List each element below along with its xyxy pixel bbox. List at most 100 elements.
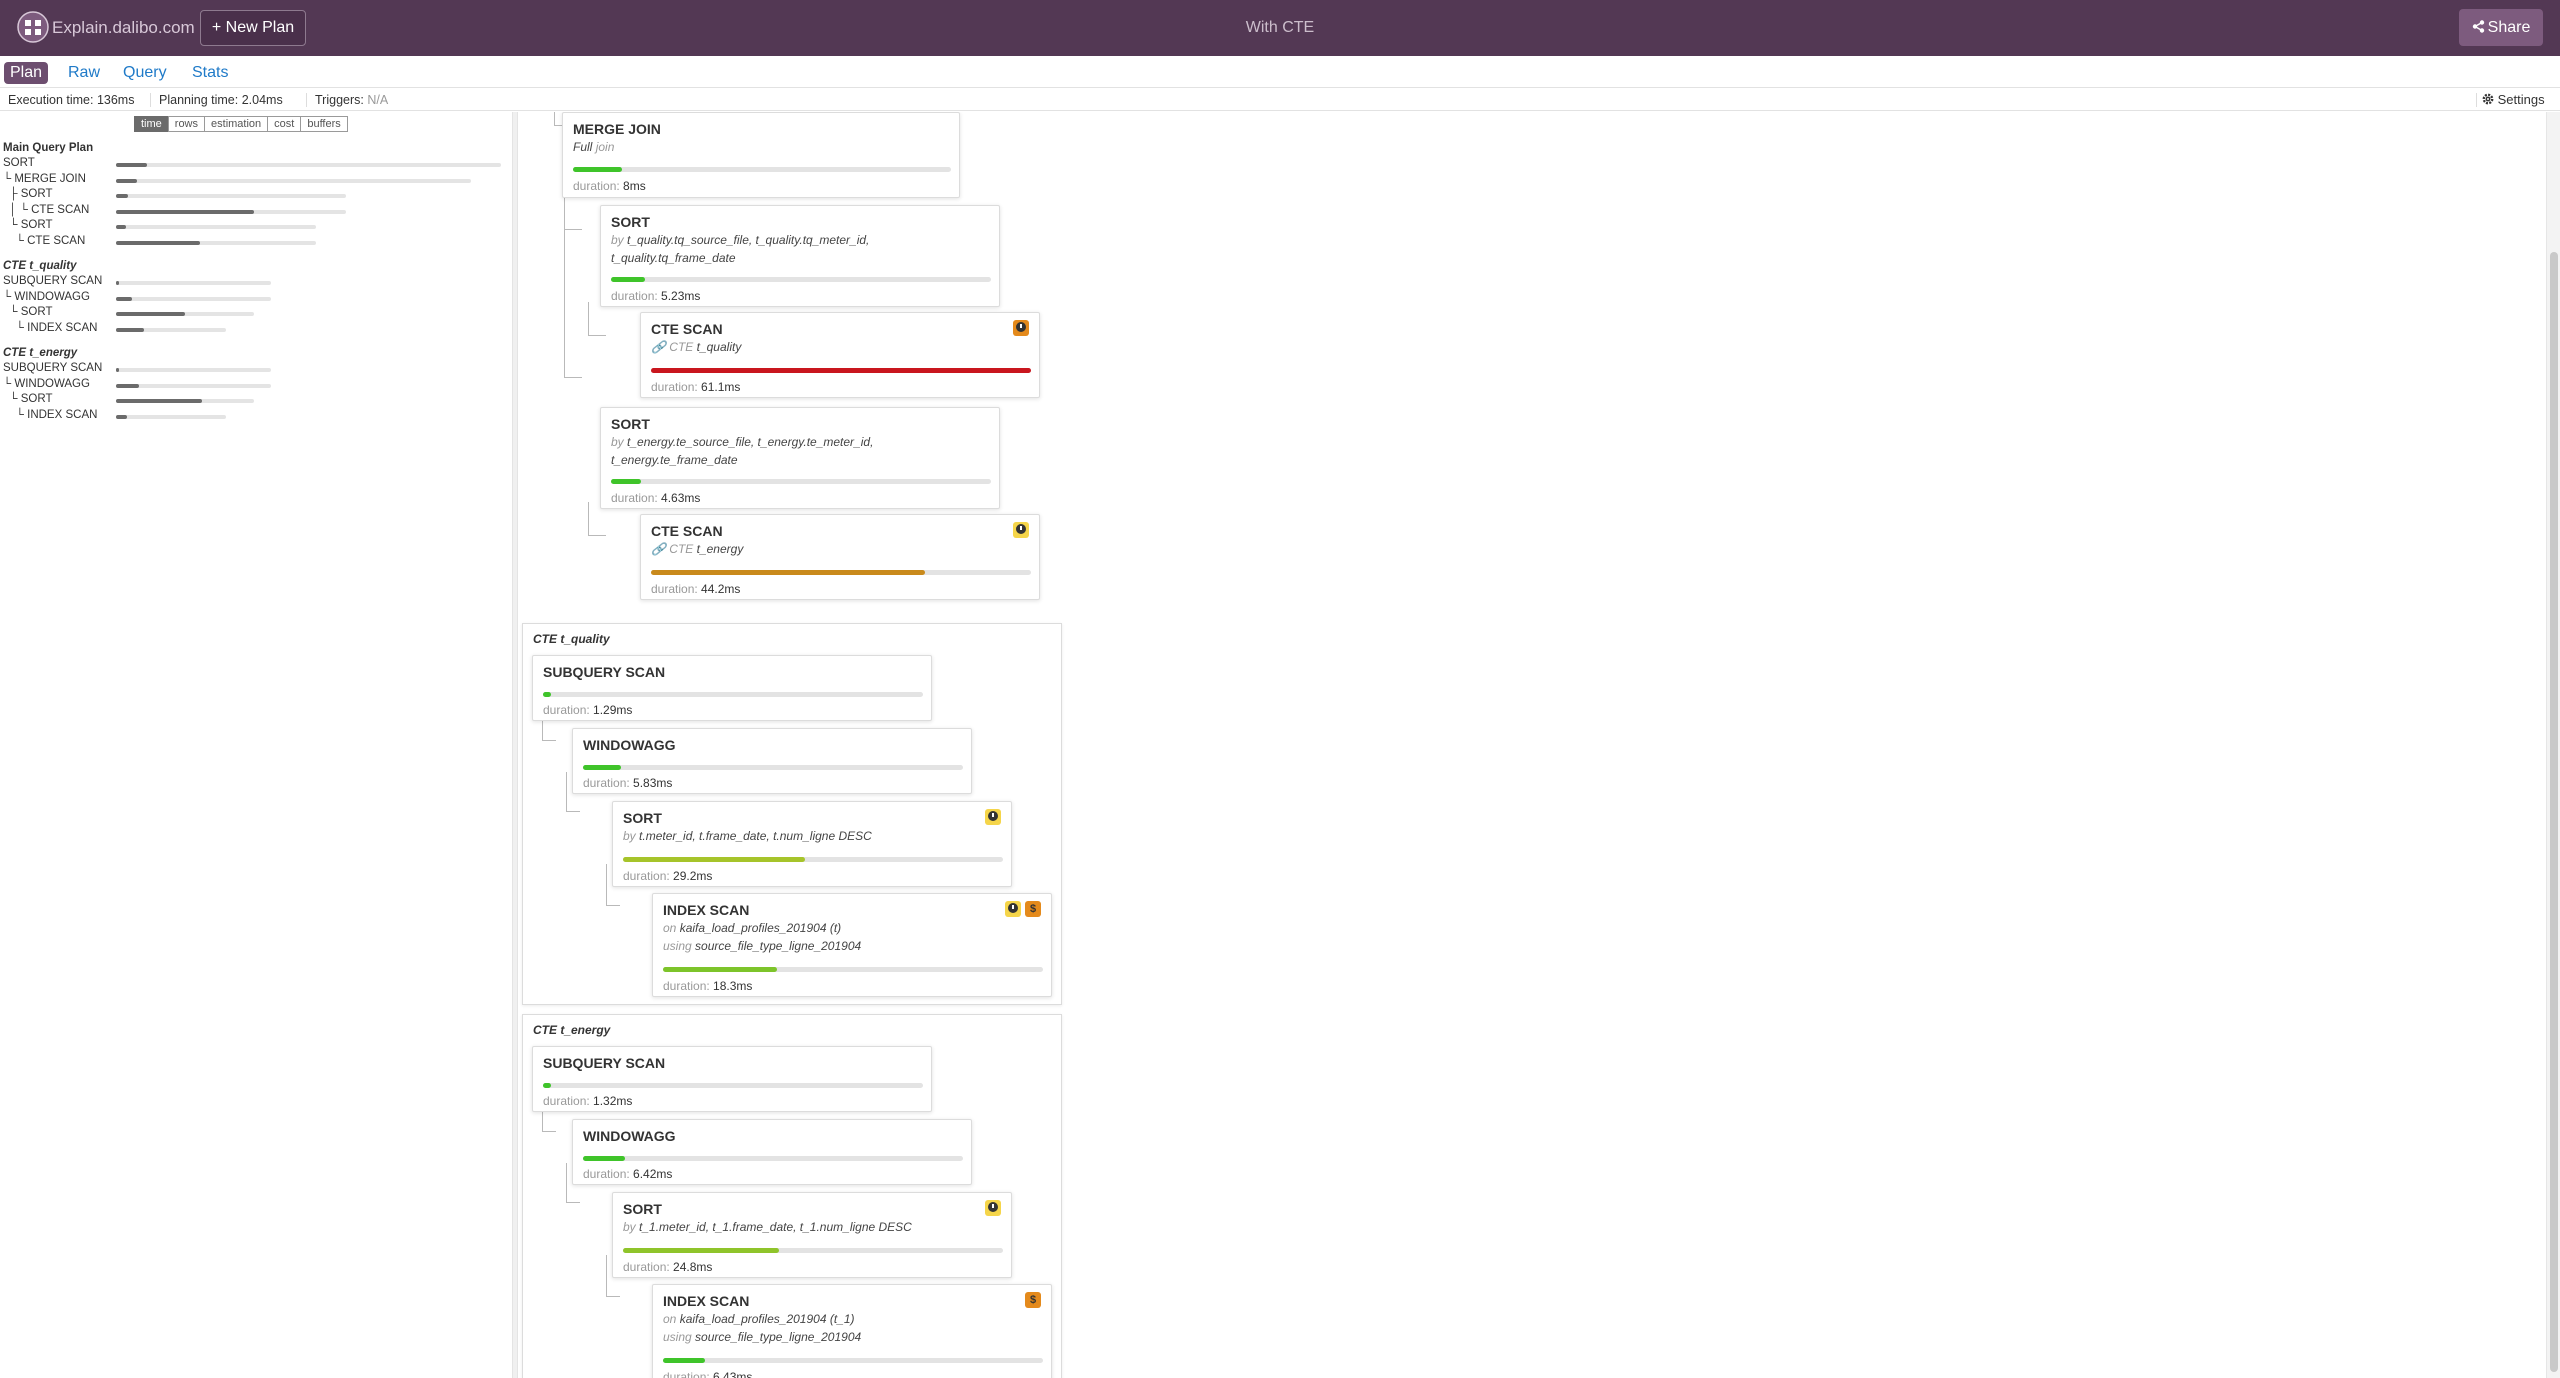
- tab-query[interactable]: Query: [117, 62, 173, 84]
- duration-bar: [573, 167, 951, 172]
- node-cte-scan-energy[interactable]: CTE SCAN 🔗 CTE t_energy duration: 44.2ms: [640, 514, 1040, 600]
- metric-rows-button[interactable]: rows: [167, 116, 206, 132]
- node-detail: on kaifa_load_profiles_201904 (t) using s…: [663, 921, 862, 953]
- timing-warning-badge[interactable]: [1005, 901, 1021, 917]
- vertical-scrollbar[interactable]: [2546, 112, 2560, 1378]
- metric-buffers-button[interactable]: buffers: [300, 116, 348, 132]
- triggers: Triggers: N/A: [315, 93, 389, 107]
- duration-bar: [623, 1248, 1003, 1253]
- timing-warning-badge[interactable]: [985, 809, 1001, 825]
- node-index-scan-quality[interactable]: INDEX SCAN $ on kaifa_load_profiles_2019…: [652, 893, 1052, 997]
- share-button[interactable]: Share: [2459, 9, 2543, 46]
- overview-row-bar: [116, 163, 501, 167]
- cost-warning-badge[interactable]: $: [1025, 1292, 1041, 1308]
- duration-bar-fill: [583, 1156, 625, 1161]
- node-subquery-scan-energy[interactable]: SUBQUERY SCAN duration: 1.32ms: [532, 1046, 932, 1112]
- plan-title: With CTE: [1245, 19, 1315, 36]
- overview-row-label[interactable]: ├ SORT: [3, 188, 52, 200]
- brand-link[interactable]: Explain.dalibo.com: [52, 18, 195, 38]
- node-detail: Full join: [573, 140, 615, 154]
- node-title: WINDOWAGG: [583, 1128, 676, 1144]
- node-detail: 🔗 CTE t_quality: [651, 340, 742, 354]
- overview-row-bar-fill: [116, 209, 254, 214]
- scrollbar-thumb[interactable]: [2550, 252, 2558, 1372]
- node-duration: duration: 4.63ms: [611, 491, 701, 505]
- duration-bar-fill: [623, 857, 806, 862]
- node-windowagg-energy[interactable]: WINDOWAGG duration: 6.42ms: [572, 1119, 972, 1185]
- overview-row-label[interactable]: └ INDEX SCAN: [3, 409, 98, 421]
- metric-selector: time rows estimation cost buffers: [134, 116, 348, 132]
- duration-bar-fill: [651, 368, 1031, 373]
- node-duration: duration: 18.3ms: [663, 979, 753, 993]
- overview-row-label[interactable]: └ WINDOWAGG: [3, 291, 90, 303]
- overview-row-label[interactable]: └ SORT: [3, 393, 52, 405]
- node-sort-quality-cte[interactable]: SORT by t.meter_id, t.frame_date, t.num_…: [612, 801, 1012, 887]
- overview-row-bar: [116, 312, 254, 316]
- node-detail: by t.meter_id, t.frame_date, t.num_ligne…: [623, 829, 872, 843]
- duration-bar: [663, 967, 1043, 972]
- dollar-icon: $: [1029, 1294, 1037, 1306]
- overview-row-bar: [116, 194, 346, 198]
- overview-section-title: CTE t_quality: [3, 260, 77, 272]
- node-merge-join[interactable]: MERGE JOIN Full join duration: 8ms: [562, 112, 960, 198]
- overview-section-title: CTE t_energy: [3, 347, 78, 359]
- tab-stats[interactable]: Stats: [186, 62, 234, 84]
- node-duration: duration: 8ms: [573, 179, 646, 193]
- node-cte-scan-quality[interactable]: CTE SCAN 🔗 CTE t_quality duration: 61.1m…: [640, 312, 1040, 398]
- duration-bar-fill: [573, 167, 623, 172]
- overview-row-bar: [116, 281, 271, 285]
- overview-row-bar: [116, 368, 271, 372]
- metric-cost-button[interactable]: cost: [267, 116, 302, 132]
- duration-bar-fill: [611, 479, 642, 484]
- overview-row-label[interactable]: └ CTE SCAN: [3, 235, 86, 247]
- metric-estimation-button[interactable]: estimation: [204, 116, 269, 132]
- duration-bar: [583, 1156, 963, 1161]
- overview-row-bar-fill: [116, 194, 128, 198]
- overview-row-label[interactable]: │ └ CTE SCAN: [3, 204, 89, 216]
- node-sort-energy[interactable]: SORT by t_energy.te_source_file, t_energ…: [600, 407, 1000, 509]
- share-icon: [2472, 20, 2484, 33]
- node-windowagg-quality[interactable]: WINDOWAGG duration: 5.83ms: [572, 728, 972, 794]
- node-subquery-scan-quality[interactable]: SUBQUERY SCAN duration: 1.29ms: [532, 655, 932, 721]
- duration-bar: [611, 277, 991, 282]
- overview-row-label[interactable]: └ SORT: [3, 219, 52, 231]
- overview-row-label[interactable]: └ WINDOWAGG: [3, 378, 90, 390]
- clock-icon: [1016, 524, 1026, 534]
- node-detail: by t_1.meter_id, t_1.frame_date, t_1.num…: [623, 1220, 912, 1234]
- duration-bar-fill: [611, 277, 646, 282]
- duration-bar: [543, 692, 923, 697]
- node-duration: duration: 5.83ms: [583, 776, 673, 790]
- node-title: MERGE JOIN: [573, 121, 661, 137]
- top-navbar: Explain.dalibo.com + New Plan With CTE S…: [0, 0, 2560, 56]
- node-sort-quality[interactable]: SORT by t_quality.tq_source_file, t_qual…: [600, 205, 1000, 307]
- share-label: Share: [2487, 19, 2531, 36]
- node-index-scan-energy[interactable]: INDEX SCAN $ on kaifa_load_profiles_2019…: [652, 1284, 1052, 1378]
- overview-row-bar-fill: [116, 225, 126, 229]
- node-title: SORT: [611, 214, 650, 230]
- overview-row-label[interactable]: SUBQUERY SCAN: [3, 275, 102, 287]
- timing-warning-badge[interactable]: [1013, 522, 1029, 538]
- overview-row-label[interactable]: SUBQUERY SCAN: [3, 362, 102, 374]
- overview-row-bar-fill: [116, 281, 120, 285]
- clock-icon: [1016, 322, 1026, 332]
- tab-plan[interactable]: Plan: [4, 62, 49, 84]
- timing-warning-badge[interactable]: [1013, 320, 1029, 336]
- tab-raw[interactable]: Raw: [62, 62, 106, 84]
- plan-diagram[interactable]: MERGE JOIN Full join duration: 8ms SORT …: [518, 112, 2540, 1378]
- duration-bar: [651, 570, 1031, 575]
- overview-row-label[interactable]: SORT: [3, 157, 35, 169]
- metric-time-button[interactable]: time: [134, 116, 169, 132]
- timing-warning-badge[interactable]: [985, 1200, 1001, 1216]
- duration-bar-fill: [663, 967, 777, 972]
- cost-warning-badge[interactable]: $: [1025, 901, 1041, 917]
- logo-icon[interactable]: [16, 10, 50, 44]
- overview-row-label[interactable]: └ INDEX SCAN: [3, 322, 98, 334]
- overview-row-bar: [116, 178, 471, 183]
- settings-button[interactable]: Settings: [2482, 89, 2545, 111]
- node-sort-energy-cte[interactable]: SORT by t_1.meter_id, t_1.frame_date, t_…: [612, 1192, 1012, 1278]
- overview-row-bar-fill: [116, 163, 147, 167]
- overview-row-label[interactable]: └ SORT: [3, 306, 52, 318]
- cte-label: CTE t_quality: [533, 632, 610, 646]
- overview-row-label[interactable]: └ MERGE JOIN: [3, 173, 86, 185]
- new-plan-button[interactable]: + New Plan: [200, 10, 306, 46]
